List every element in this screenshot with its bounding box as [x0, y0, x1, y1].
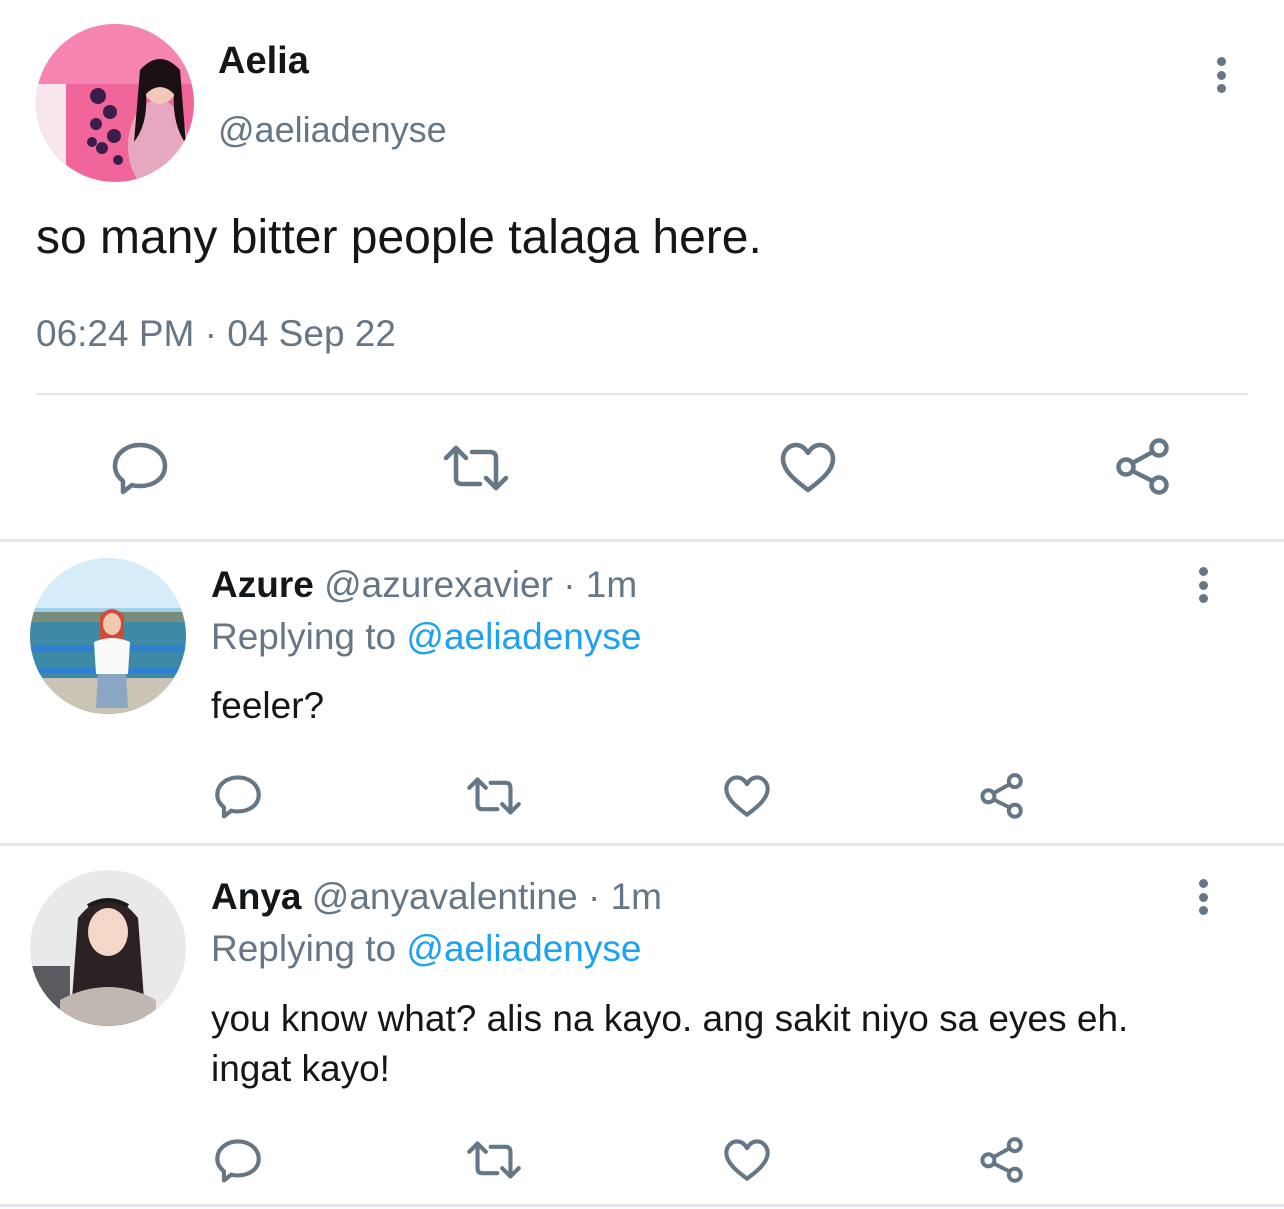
reply-header: Azure @azurexavier · 1m — [211, 563, 637, 607]
reply-button[interactable] — [210, 770, 266, 822]
replying-to-mention[interactable]: @aeliadenyse — [406, 616, 641, 657]
author-name[interactable]: Anya — [211, 876, 301, 917]
reply-time: 1m — [585, 564, 638, 605]
reply-icon — [215, 1138, 261, 1182]
author-name[interactable]: Azure — [211, 564, 314, 605]
reply-time: 1m — [610, 876, 662, 917]
reply-text: you know what? alis na kayo. ang sakit n… — [211, 998, 1129, 1089]
replying-to-label: Replying to — [211, 928, 397, 969]
section-divider — [0, 1204, 1284, 1207]
avatar[interactable] — [36, 24, 194, 182]
replying-to-label: Replying to — [211, 616, 397, 657]
like-icon — [780, 442, 836, 493]
reply-icon — [215, 774, 261, 818]
retweet-icon — [467, 1141, 521, 1179]
section-divider — [0, 539, 1284, 542]
tweet-text: so many bitter people talaga here. — [36, 211, 762, 264]
avatar-image — [36, 24, 194, 182]
like-button[interactable] — [719, 1134, 775, 1186]
tweet-timestamp: 06:24 PM · 04 Sep 22 — [36, 313, 396, 354]
reply-icon — [112, 442, 168, 495]
more-options-icon[interactable] — [1214, 57, 1228, 93]
retweet-button[interactable] — [464, 770, 524, 822]
author-handle[interactable]: @azurexavier — [324, 564, 553, 605]
author-handle[interactable]: @aeliadenyse — [218, 108, 447, 152]
author-name[interactable]: Aelia — [218, 39, 309, 83]
more-options-icon[interactable] — [1196, 567, 1210, 603]
like-button[interactable] — [719, 770, 775, 822]
retweet-button[interactable] — [441, 436, 511, 500]
section-divider — [0, 843, 1284, 846]
retweet-button[interactable] — [464, 1134, 524, 1186]
share-button[interactable] — [1111, 434, 1175, 498]
like-icon — [724, 1138, 770, 1181]
replying-to: Replying to @aeliadenyse — [211, 927, 641, 971]
share-icon — [1116, 438, 1169, 495]
more-options-icon[interactable] — [1196, 879, 1210, 915]
avatar[interactable] — [30, 870, 186, 1026]
time-separator: · — [563, 564, 576, 605]
reply-header: Anya @anyavalentine · 1m — [211, 875, 662, 919]
author-handle[interactable]: @anyavalentine — [312, 876, 578, 917]
replying-to: Replying to @aeliadenyse — [211, 615, 641, 659]
avatar-image — [30, 870, 186, 1026]
avatar-image — [30, 558, 186, 714]
share-button[interactable] — [974, 768, 1030, 822]
reply-text: feeler? — [211, 685, 325, 726]
avatar[interactable] — [30, 558, 186, 714]
retweet-icon — [443, 445, 509, 491]
share-icon — [980, 1136, 1023, 1183]
share-icon — [980, 772, 1023, 819]
replying-to-mention[interactable]: @aeliadenyse — [406, 928, 641, 969]
like-icon — [724, 774, 770, 817]
retweet-icon — [467, 777, 521, 815]
like-button[interactable] — [776, 436, 840, 500]
reply-button[interactable] — [210, 1134, 266, 1186]
time-separator: · — [587, 876, 601, 917]
reply-button[interactable] — [108, 436, 172, 500]
share-button[interactable] — [974, 1132, 1030, 1186]
divider — [36, 393, 1248, 395]
